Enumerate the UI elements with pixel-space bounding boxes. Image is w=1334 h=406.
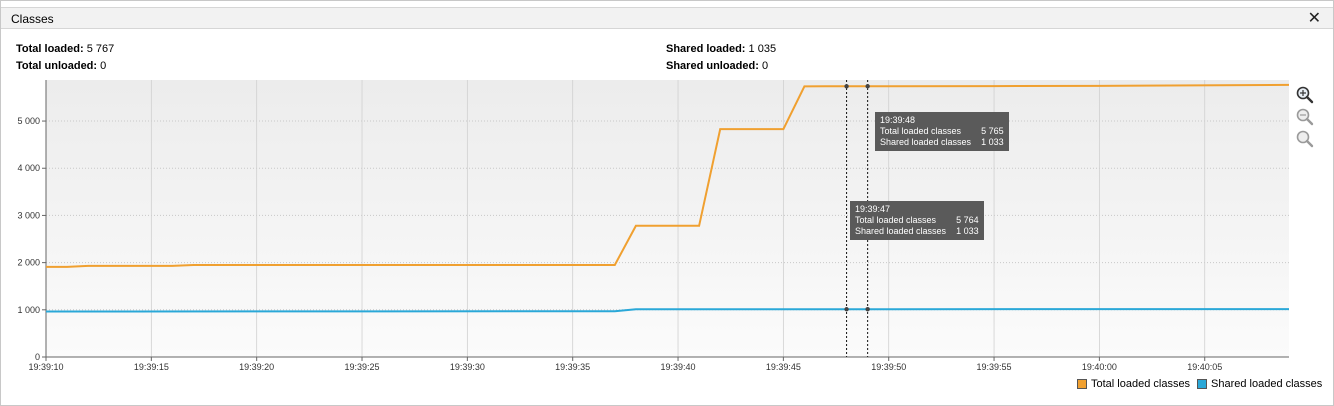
zoom-out-icon[interactable] (1295, 129, 1315, 151)
tooltip-shared-row: Shared loaded classes 1 033 (880, 137, 1004, 148)
tooltip-time: 19:39:47 (855, 204, 891, 214)
x-tick-label: 19:39:25 (344, 362, 379, 372)
tooltip-total-row: Total loaded classes 5 764 (855, 215, 979, 226)
x-tick-label: 19:39:55 (977, 362, 1012, 372)
total-loaded-stat: Total loaded: 5 767 (16, 41, 114, 58)
shared-unloaded-label: Shared unloaded: (666, 60, 759, 72)
tooltip-shared-value: 1 033 (981, 137, 1004, 147)
panel-title: Classes (11, 12, 54, 26)
zoom-toolbar (1295, 85, 1317, 151)
x-tick-label: 19:39:20 (239, 362, 274, 372)
tooltip-total-label: Total loaded classes (880, 126, 962, 136)
chart-svg[interactable]: 0 1 000 2 000 3 000 4 000 5 000 19:39:10 19:39:… (1, 75, 1334, 375)
shared-loaded-value: 1 035 (748, 43, 777, 55)
total-loaded-label: Total loaded: (16, 43, 84, 55)
zoom-in-icon[interactable] (1295, 85, 1315, 107)
legend-shared-label: Shared loaded classes (1211, 378, 1323, 390)
panel-titlebar: Classes ✕ (1, 7, 1333, 29)
y-tick-label: 4 000 (17, 163, 40, 173)
x-tick-label: 19:39:10 (28, 362, 63, 372)
x-tick-label: 19:39:50 (871, 362, 906, 372)
total-unloaded-stat: Total unloaded: 0 (16, 58, 114, 75)
shared-unloaded-value: 0 (761, 60, 769, 72)
tooltip-time: 19:39:48 (880, 115, 916, 125)
y-tick-label: 3 000 (17, 210, 40, 220)
total-unloaded-label: Total unloaded: (16, 60, 98, 72)
x-tick-label: 19:39:40 (661, 362, 696, 372)
shared-loaded-stat: Shared loaded: 1 035 (666, 41, 776, 58)
zoom-reset-icon[interactable] (1295, 107, 1315, 129)
x-tick-label: 19:39:35 (555, 362, 590, 372)
legend-total-label: Total loaded classes (1091, 378, 1191, 390)
legend-shared-swatch (1197, 379, 1207, 389)
shared-unloaded-stat: Shared unloaded: 0 (666, 58, 776, 75)
shared-loaded-label: Shared loaded: (666, 43, 746, 55)
tooltip-total-value: 5 765 (981, 126, 1004, 136)
cursor-marker (865, 307, 870, 312)
shared-stats: Shared loaded: 1 035 Shared unloaded: 0 (666, 41, 776, 75)
tooltip-shared-label: Shared loaded classes (880, 137, 972, 147)
y-tick-label: 1 000 (17, 305, 40, 315)
classes-panel: Classes ✕ Total loaded: 5 767 Total unlo… (0, 0, 1334, 406)
total-unloaded-value: 0 (100, 60, 107, 72)
x-tick-label: 19:39:45 (766, 362, 801, 372)
y-tick-label: 0 (35, 352, 40, 362)
cursor-marker (865, 84, 870, 89)
tooltip-total-row: Total loaded classes 5 765 (880, 126, 1004, 137)
tooltip-cursor-1: 19:39:48 Total loaded classes 5 765 Shar… (875, 112, 1009, 151)
x-tick-label: 19:39:30 (450, 362, 485, 372)
y-tick-label: 2 000 (17, 258, 40, 268)
x-tick-label: 19:40:05 (1187, 362, 1222, 372)
tooltip-total-value: 5 764 (956, 215, 979, 225)
legend-total-swatch (1077, 379, 1087, 389)
tooltip-shared-label: Shared loaded classes (855, 226, 947, 236)
close-icon[interactable]: ✕ (1308, 9, 1321, 27)
x-tick-label: 19:39:15 (134, 362, 169, 372)
y-tick-label: 5 000 (17, 116, 40, 126)
tooltip-cursor-2: 19:39:47 Total loaded classes 5 764 Shar… (850, 201, 984, 240)
tooltip-shared-value: 1 033 (956, 226, 979, 236)
x-tick-label: 19:40:00 (1082, 362, 1117, 372)
tooltip-total-label: Total loaded classes (855, 215, 937, 225)
total-loaded-value: 5 767 (86, 43, 115, 55)
tooltip-shared-row: Shared loaded classes 1 033 (855, 226, 979, 237)
classes-chart[interactable]: 0 1 000 2 000 3 000 4 000 5 000 19:39:10 19:39:… (1, 75, 1334, 378)
total-stats: Total loaded: 5 767 Total unloaded: 0 (16, 41, 114, 75)
legend-shared: Shared loaded classes (1197, 378, 1322, 390)
cursor-marker (844, 307, 849, 312)
legend-total: Total loaded classes (1077, 378, 1190, 390)
cursor-marker (844, 84, 849, 89)
